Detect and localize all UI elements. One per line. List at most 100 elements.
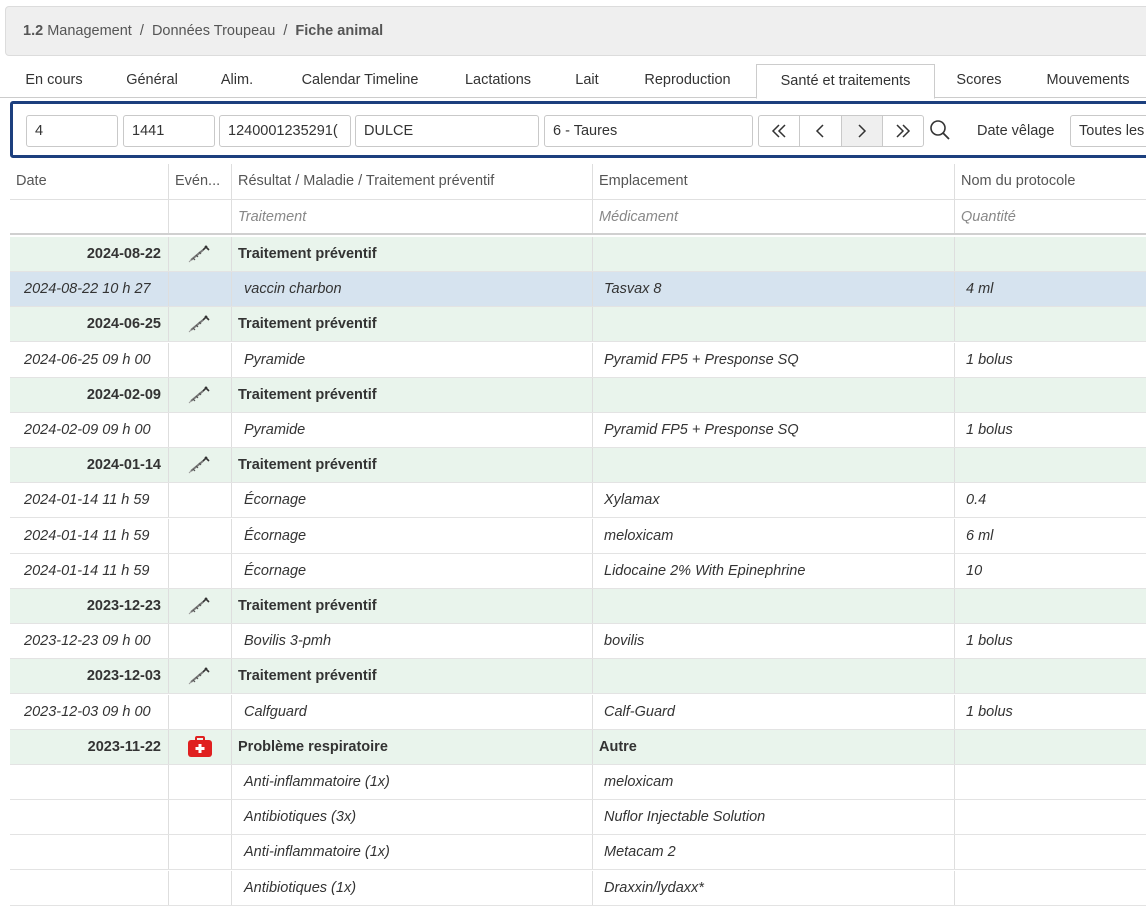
table-row[interactable]: Anti-inflammatoire (1x) meloxicam — [10, 765, 1146, 800]
drug-name: meloxicam — [592, 518, 954, 553]
treatment-datetime: 2024-02-09 09 h 00 — [24, 422, 151, 438]
treatment-name: Antibiotiques (1x) — [231, 870, 592, 905]
event-protocol — [954, 237, 1146, 271]
event-type-cell — [168, 237, 231, 271]
event-result: Traitement préventif — [231, 237, 592, 271]
calving-date-label: Date vêlage — [977, 123, 1055, 139]
treatment-datetime — [10, 871, 168, 905]
event-result: Problème respiratoire — [231, 729, 592, 764]
quantity: 0.4 — [954, 483, 1146, 518]
table-group-row[interactable]: 2024-06-25 Traitement préventif — [10, 307, 1146, 343]
table-group-row[interactable]: 2024-01-14 Traitement préventif — [10, 448, 1146, 484]
table-row[interactable]: 2024-08-22 10 h 27 vaccin charbon Tasvax 8… — [10, 272, 1146, 308]
treatment-datetime — [10, 800, 168, 834]
event-date: 2024-08-22 — [86, 246, 161, 262]
table-row[interactable]: 2023-12-03 09 h 00 Calfguard Calf-Guard 1 b… — [10, 694, 1146, 730]
event-type-cell — [168, 448, 231, 483]
table-row[interactable]: 2024-01-14 11 h 59 Écornage Lidocaine 2% W… — [10, 553, 1146, 589]
quantity: 1 bolus — [954, 624, 1146, 659]
table-group-row[interactable]: 2023-11-22 Problème respiratoire Autre — [10, 729, 1146, 765]
animal-search-panel: 4 1441 1240001235291( DULCE 6 - Taures D… — [10, 101, 1146, 158]
table-row[interactable]: Antibiotiques (3x) Nuflor Injectable Solu… — [10, 800, 1146, 836]
subheader-drug: Médicament — [592, 200, 954, 233]
event-type-cell — [168, 553, 231, 588]
table-group-row[interactable]: 2023-12-03 Traitement préventif — [10, 659, 1146, 695]
table-row[interactable]: 2024-06-25 09 h 00 Pyramide Pyramid FP5 + … — [10, 342, 1146, 378]
last-animal-button[interactable] — [883, 116, 923, 146]
event-result: Traitement préventif — [231, 377, 592, 412]
event-location — [592, 589, 954, 623]
tab-lactations[interactable]: Lactations — [449, 64, 547, 97]
tab-en-cours[interactable]: En cours — [6, 64, 102, 97]
event-type-cell — [168, 377, 231, 412]
event-type-cell — [168, 518, 231, 553]
event-protocol — [954, 589, 1146, 623]
breadcrumb-separator: / — [139, 23, 144, 39]
table-row[interactable]: Anti-inflammatoire (1x) Metacam 2 — [10, 835, 1146, 871]
table-row[interactable]: 2024-01-14 11 h 59 Écornage meloxicam 6 ml — [10, 518, 1146, 554]
tab-mouvements[interactable]: Mouvements — [1030, 64, 1146, 97]
event-type-cell — [168, 624, 231, 659]
tab-lait[interactable]: Lait — [560, 64, 614, 97]
table-row[interactable]: 2023-12-23 09 h 00 Bovilis 3-pmh bovilis 1 … — [10, 624, 1146, 660]
treatment-name: Pyramide — [231, 342, 592, 377]
column-header-date[interactable]: Date — [10, 164, 168, 199]
drug-name: Tasvax 8 — [592, 272, 954, 307]
event-type-cell — [168, 870, 231, 905]
event-date: 2024-01-14 — [86, 457, 161, 474]
previous-animal-button[interactable] — [800, 116, 842, 146]
column-header-location[interactable]: Emplacement — [592, 164, 954, 199]
tab-alim[interactable]: Alim. — [204, 64, 270, 97]
table-group-row[interactable]: 2023-12-23 Traitement préventif — [10, 589, 1146, 624]
group-select[interactable]: 6 - Taures — [544, 115, 753, 147]
event-type-cell — [168, 765, 231, 799]
animal-number-input[interactable]: 4 — [26, 115, 118, 147]
tab-reproduction[interactable]: Reproduction — [627, 64, 748, 97]
treatment-datetime: 2024-08-22 10 h 27 — [24, 281, 151, 298]
event-date: 2023-12-23 — [86, 598, 161, 614]
treatment-datetime: 2024-01-14 11 h 59 — [24, 562, 150, 579]
event-result: Traitement préventif — [231, 589, 592, 623]
quantity: 10 — [954, 553, 1146, 588]
drug-name: Draxxin/lydaxx* — [592, 870, 954, 905]
column-header-protocol[interactable]: Nom du protocole — [954, 164, 1146, 199]
tab-scores[interactable]: Scores — [943, 64, 1015, 97]
syringe-icon — [188, 245, 210, 263]
drug-name: Nuflor Injectable Solution — [592, 800, 954, 835]
official-id-input[interactable]: 1240001235291( — [219, 115, 351, 147]
table-row[interactable]: 2024-01-14 11 h 59 Écornage Xylamax 0.4 — [10, 483, 1146, 519]
event-type-cell — [168, 589, 231, 623]
column-header-result[interactable]: Résultat / Maladie / Traitement préventi… — [231, 164, 592, 199]
double-chevron-left-icon — [772, 124, 786, 138]
quantity — [954, 765, 1146, 799]
treatment-name: Antibiotiques (3x) — [231, 800, 592, 835]
event-location — [592, 448, 954, 483]
tab-sante-et-traitements[interactable]: Santé et traitements — [756, 64, 935, 99]
tab-calendar-timeline[interactable]: Calendar Timeline — [282, 64, 438, 97]
animal-id-input[interactable]: 1441 — [123, 115, 215, 147]
breadcrumb-management[interactable]: Management — [47, 23, 132, 39]
table-row[interactable]: 2024-02-09 09 h 00 Pyramide Pyramid FP5 + … — [10, 413, 1146, 448]
event-result: Traitement préventif — [231, 307, 592, 342]
tab-general[interactable]: Général — [110, 64, 194, 97]
table-group-row[interactable]: 2024-02-09 Traitement préventif — [10, 377, 1146, 413]
event-protocol — [954, 307, 1146, 342]
calving-date-select[interactable]: Toutes les — [1070, 115, 1146, 147]
subheader-quantity: Quantité — [954, 200, 1146, 233]
treatment-datetime: 2023-12-03 09 h 00 — [24, 703, 151, 720]
animal-name-input[interactable]: DULCE — [355, 115, 539, 147]
drug-name: Pyramid FP5 + Presponse SQ — [592, 413, 954, 447]
column-header-event[interactable]: Evén... — [168, 164, 231, 199]
table-row[interactable]: Antibiotiques (1x) Draxxin/lydaxx* — [10, 870, 1146, 906]
event-location — [592, 377, 954, 412]
treatment-datetime: 2024-06-25 09 h 00 — [24, 351, 151, 368]
first-animal-button[interactable] — [759, 116, 801, 146]
magnifier-icon[interactable] — [927, 117, 953, 143]
syringe-icon — [188, 315, 210, 333]
breadcrumb-herd-data[interactable]: Données Troupeau — [152, 23, 275, 39]
next-animal-button[interactable] — [841, 116, 883, 146]
treatment-datetime: 2024-01-14 11 h 59 — [24, 527, 150, 544]
treatment-name: Calfguard — [231, 694, 592, 729]
table-group-row[interactable]: 2024-08-22 Traitement préventif — [10, 237, 1146, 272]
event-type-cell — [168, 694, 231, 729]
